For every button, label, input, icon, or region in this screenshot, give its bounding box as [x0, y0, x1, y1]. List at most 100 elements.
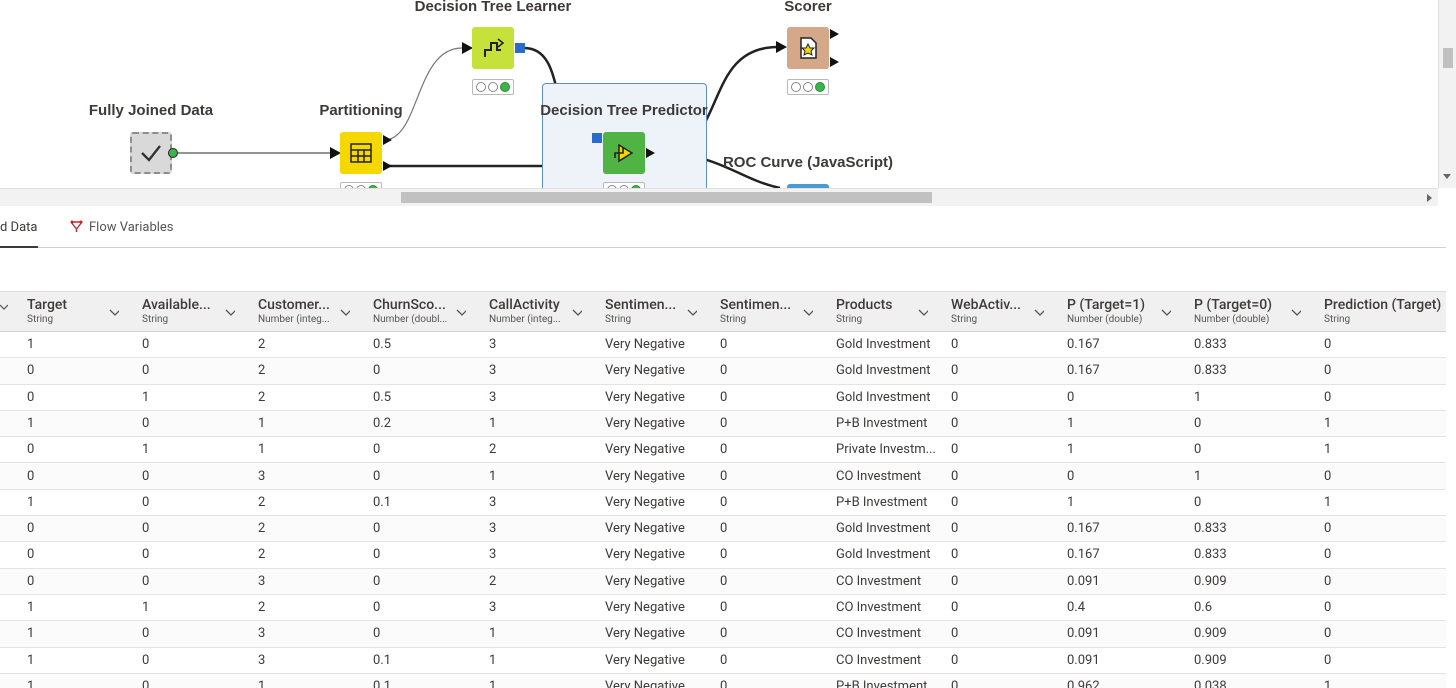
table-row[interactable]: 0 0 3 0 2 Very Negative 0 CO Investment 0 0.091 0.…	[0, 568, 1446, 595]
table-cell: 3	[258, 626, 266, 642]
table-cell: 1	[258, 442, 266, 458]
table-cell: 0	[27, 547, 35, 563]
table-cell: 0	[720, 389, 728, 405]
column-chevron-icon[interactable]	[1291, 308, 1301, 318]
output-port-scorer-2[interactable]	[830, 57, 839, 67]
output-port-partitioning-2[interactable]	[383, 161, 392, 171]
horizontal-scroll-thumb[interactable]	[401, 192, 932, 203]
table-cell: CO Investment	[836, 600, 922, 615]
table-cell: 1	[27, 600, 35, 615]
canvas-horizontal-scrollbar[interactable]	[0, 188, 1438, 206]
table-row[interactable]: 1 0 2 0.5 3 Very Negative 0 Gold Investment 0 0.1…	[0, 332, 1446, 359]
node-label-decision-tree-predictor[interactable]: Decision Tree Predictor	[540, 102, 708, 119]
workflow-canvas[interactable]: Fully Joined Data Partitioning Decision …	[0, 0, 1456, 206]
table-cell: 3	[258, 573, 266, 589]
node-scorer[interactable]	[787, 27, 829, 69]
table-cell: 0.909	[1194, 573, 1227, 589]
node-partitioning[interactable]	[340, 132, 382, 174]
node-fully-joined-data[interactable]	[130, 132, 172, 174]
table-cell: 0	[373, 600, 381, 615]
column-header[interactable]: Sentimen... String	[605, 292, 714, 332]
column-chevron-icon[interactable]	[109, 308, 119, 318]
column-header[interactable]: ChurnSco... Number (doubl...	[373, 292, 483, 332]
column-name: P (Target=1)	[1067, 297, 1146, 313]
column-header[interactable]: P (Target=0) Number (double)	[1194, 292, 1318, 332]
node-decision-tree-learner[interactable]	[472, 27, 514, 69]
table-row[interactable]: 1 1 2 0 3 Very Negative 0 CO Investment 0 0.4 0.6 0	[0, 595, 1446, 622]
column-chevron-icon	[0, 304, 8, 310]
tab-data[interactable]: d Data	[0, 207, 38, 248]
output-port-scorer-1[interactable]	[830, 29, 839, 39]
column-name: Target	[27, 297, 68, 313]
table-row[interactable]: 1 0 1 0.1 1 Very Negative 0 P+B Investment 0 0.96…	[0, 673, 1446, 688]
table-cell: 1	[27, 626, 35, 642]
column-header[interactable]: Target String	[27, 292, 136, 332]
column-type: Number (integ...	[489, 314, 561, 325]
column-chevron-icon[interactable]	[918, 308, 928, 318]
table-cell: 0	[720, 337, 728, 352]
node-label-roc-curve[interactable]: ROC Curve (JavaScript)	[723, 154, 893, 171]
data-table: Target String Available... String Customer..…	[0, 291, 1446, 688]
model-input-port-predictor[interactable]	[592, 133, 602, 143]
table-cell: Very Negative	[605, 678, 685, 688]
table-row[interactable]: 1 0 3 0.1 1 Very Negative 0 CO Investment 0 0.091…	[0, 648, 1446, 674]
scroll-right-arrow-icon[interactable]	[1427, 194, 1432, 202]
node-label-scorer[interactable]: Scorer	[784, 0, 832, 15]
tab-flow-variables[interactable]: Flow Variables	[70, 207, 174, 248]
node-label-decision-tree-learner[interactable]: Decision Tree Learner	[415, 0, 572, 15]
table-cell: 0	[1194, 442, 1202, 458]
column-chevron-icon[interactable]	[687, 308, 697, 318]
table-cell: 1	[1067, 442, 1075, 458]
column-chevron-icon[interactable]	[456, 308, 466, 318]
column-header[interactable]: P (Target=1) Number (double)	[1067, 292, 1188, 332]
scroll-down-arrow-icon[interactable]	[1443, 174, 1451, 179]
vertical-scroll-thumb[interactable]	[1443, 48, 1453, 68]
table-row[interactable]: 1 0 1 0.2 1 Very Negative 0 P+B Investment 0 1 0 1	[0, 410, 1446, 438]
table-cell: CO Investment	[836, 652, 922, 668]
output-port-fully-joined[interactable]	[168, 148, 178, 158]
node-label-partitioning[interactable]: Partitioning	[319, 102, 402, 119]
table-cell: 0	[720, 600, 728, 615]
column-header[interactable]: Customer... Number (integ...	[258, 292, 367, 332]
output-port-predictor[interactable]	[646, 148, 655, 158]
table-cell: 0.038	[1194, 678, 1227, 688]
connection-partitioning-learner[interactable]	[383, 47, 463, 141]
column-chevron-icon[interactable]	[1034, 308, 1044, 318]
table-row[interactable]: 0 0 2 0 3 Very Negative 0 Gold Investment 0 0.167…	[0, 516, 1446, 543]
column-header[interactable]: WebActiv... String	[951, 292, 1061, 332]
column-chevron-icon[interactable]	[803, 308, 813, 318]
table-row[interactable]: 0 1 1 0 2 Very Negative 0 Private Investm... 0 1 0…	[0, 437, 1446, 464]
table-cell: 0	[1324, 652, 1332, 668]
table-cell: 0	[1324, 547, 1332, 563]
column-header[interactable]: CallActivity Number (integ...	[489, 292, 599, 332]
table-cell: 0	[951, 389, 959, 405]
table-row[interactable]: 0 0 2 0 3 Very Negative 0 Gold Investment 0 0.167…	[0, 542, 1446, 569]
status-traffic-light-learner	[472, 79, 514, 95]
table-cell: CO Investment	[836, 626, 922, 642]
column-chevron-icon[interactable]	[572, 308, 582, 318]
column-name: CallActivity	[489, 297, 560, 313]
output-port-partitioning-1[interactable]	[383, 135, 392, 145]
table-row[interactable]: 0 0 3 0 1 Very Negative 0 CO Investment 0 0 1 0	[0, 463, 1446, 490]
column-header[interactable]: Available... String	[142, 292, 252, 332]
node-decision-tree-predictor[interactable]	[603, 132, 645, 174]
column-chevron-icon[interactable]	[340, 308, 350, 318]
column-header[interactable]: Sentimen... String	[720, 292, 830, 332]
table-cell: 0	[720, 547, 728, 563]
canvas-vertical-scrollbar[interactable]	[1438, 0, 1456, 188]
column-header[interactable]: Prediction (Target) String	[1324, 292, 1446, 332]
column-header[interactable]: Products String	[836, 292, 945, 332]
node-label-fully-joined-data[interactable]: Fully Joined Data	[89, 102, 213, 119]
table-row[interactable]: 0 1 2 0.5 3 Very Negative 0 Gold Investment 0 0 1 0	[0, 385, 1446, 411]
table-cell: CO Investment	[836, 468, 922, 484]
table-row[interactable]: 0 0 2 0 3 Very Negative 0 Gold Investment 0 0.167…	[0, 358, 1446, 385]
column-chevron-icon[interactable]	[225, 308, 235, 318]
column-chevron-icon[interactable]	[1161, 308, 1171, 318]
column-name: Customer...	[258, 297, 330, 313]
model-output-port-learner[interactable]	[515, 43, 525, 53]
table-row[interactable]: 1 0 3 0 1 Very Negative 0 CO Investment 0 0.091 0.…	[0, 621, 1446, 648]
table-cell: Very Negative	[605, 547, 685, 563]
table-cell: 0	[720, 442, 728, 458]
table-row[interactable]: 1 0 2 0.1 3 Very Negative 0 P+B Investment 0 1 0 1	[0, 490, 1446, 517]
partition-icon	[350, 143, 372, 163]
